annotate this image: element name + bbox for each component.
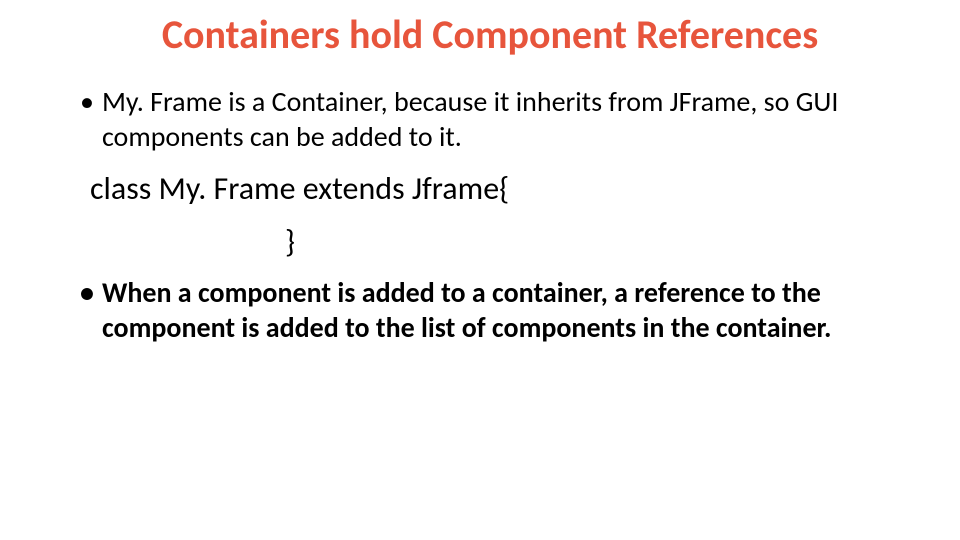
- slide-title: Containers hold Component References: [162, 12, 818, 58]
- bullet-dot: •: [80, 84, 94, 119]
- bullet-dot: •: [80, 275, 94, 310]
- bullet-text: When a component is added to a container…: [102, 275, 900, 345]
- bullet-item: • My. Frame is a Container, because it i…: [80, 84, 900, 154]
- bullet-text: My. Frame is a Container, because it inh…: [102, 84, 900, 154]
- code-snippet-close: }: [285, 222, 900, 261]
- code-snippet-open: class My. Frame extends Jframe{: [90, 168, 900, 210]
- bullet-item: • When a component is added to a contain…: [80, 275, 900, 345]
- slide: Containers hold Component References • M…: [0, 0, 960, 351]
